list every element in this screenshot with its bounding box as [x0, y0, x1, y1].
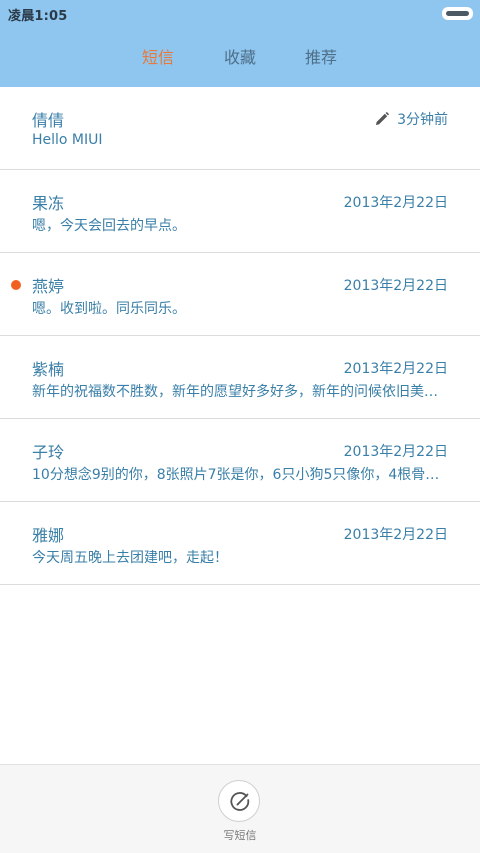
- header: 凌晨1:05 短信 收藏 推荐: [0, 0, 480, 87]
- message-time: 2013年2月22日: [343, 195, 448, 211]
- tab-favorites[interactable]: 收藏: [224, 44, 256, 68]
- messaging-screen: 凌晨1:05 短信 收藏 推荐 倩倩 3分钟前 Hello MIUI 果冻 20…: [0, 0, 480, 853]
- tab-messages[interactable]: 短信: [142, 44, 174, 68]
- contact-name: 雅娜: [32, 526, 65, 545]
- conversation-row[interactable]: 倩倩 3分钟前 Hello MIUI: [0, 87, 480, 170]
- battery-fill: [446, 11, 469, 16]
- compose-label: 写短信: [223, 829, 257, 842]
- status-time: 凌晨1:05: [8, 9, 68, 24]
- bottom-bar: 写短信: [0, 764, 480, 853]
- message-preview: 今天周五晚上去团建吧，走起！: [32, 550, 228, 566]
- message-preview: 新年的祝福数不胜数，新年的愿望好多好多，新年的问候依旧美好温馨: [32, 384, 448, 400]
- conversation-row[interactable]: 子玲 2013年2月22日 10分想念9别的你，8张照片7张是你，6只小狗5只像…: [0, 419, 480, 502]
- contact-name: 子玲: [32, 443, 65, 462]
- message-preview: 嗯，今天会回去的早点。: [32, 218, 186, 234]
- contact-name: 果冻: [32, 194, 65, 213]
- tab-recommended[interactable]: 推荐: [305, 44, 337, 68]
- tab-bar: 短信 收藏 推荐: [0, 44, 480, 72]
- conversation-row[interactable]: 果冻 2013年2月22日 嗯，今天会回去的早点。: [0, 170, 480, 253]
- conversation-row[interactable]: 紫楠 2013年2月22日 新年的祝福数不胜数，新年的愿望好多好多，新年的问候依…: [0, 336, 480, 419]
- message-time: 3分钟前: [375, 109, 448, 129]
- unread-indicator: [11, 280, 21, 290]
- message-preview: 10分想念9别的你，8张照片7张是你，6只小狗5只像你，4根骨头3根给你: [32, 467, 448, 483]
- pencil-icon: [376, 112, 389, 125]
- conversation-row[interactable]: 雅娜 2013年2月22日 今天周五晚上去团建吧，走起！: [0, 502, 480, 585]
- message-time: 2013年2月22日: [343, 527, 448, 543]
- message-preview: 嗯。收到啦。同乐同乐。: [32, 301, 186, 317]
- compose-icon: [218, 780, 260, 822]
- status-bar: 凌晨1:05: [0, 0, 480, 28]
- message-time: 2013年2月22日: [343, 361, 448, 377]
- conversation-list: 倩倩 3分钟前 Hello MIUI 果冻 2013年2月22日 嗯，今天会回去…: [0, 87, 480, 585]
- compose-button[interactable]: 写短信: [210, 780, 270, 846]
- message-time: 2013年2月22日: [343, 444, 448, 460]
- battery-icon: [442, 7, 473, 20]
- message-preview: Hello MIUI: [32, 132, 103, 148]
- draft-time-label: 3分钟前: [397, 112, 448, 128]
- contact-name: 燕婷: [32, 277, 65, 296]
- contact-name: 倩倩: [32, 111, 65, 130]
- contact-name: 紫楠: [32, 360, 65, 379]
- message-time: 2013年2月22日: [343, 278, 448, 294]
- conversation-row[interactable]: 燕婷 2013年2月22日 嗯。收到啦。同乐同乐。: [0, 253, 480, 336]
